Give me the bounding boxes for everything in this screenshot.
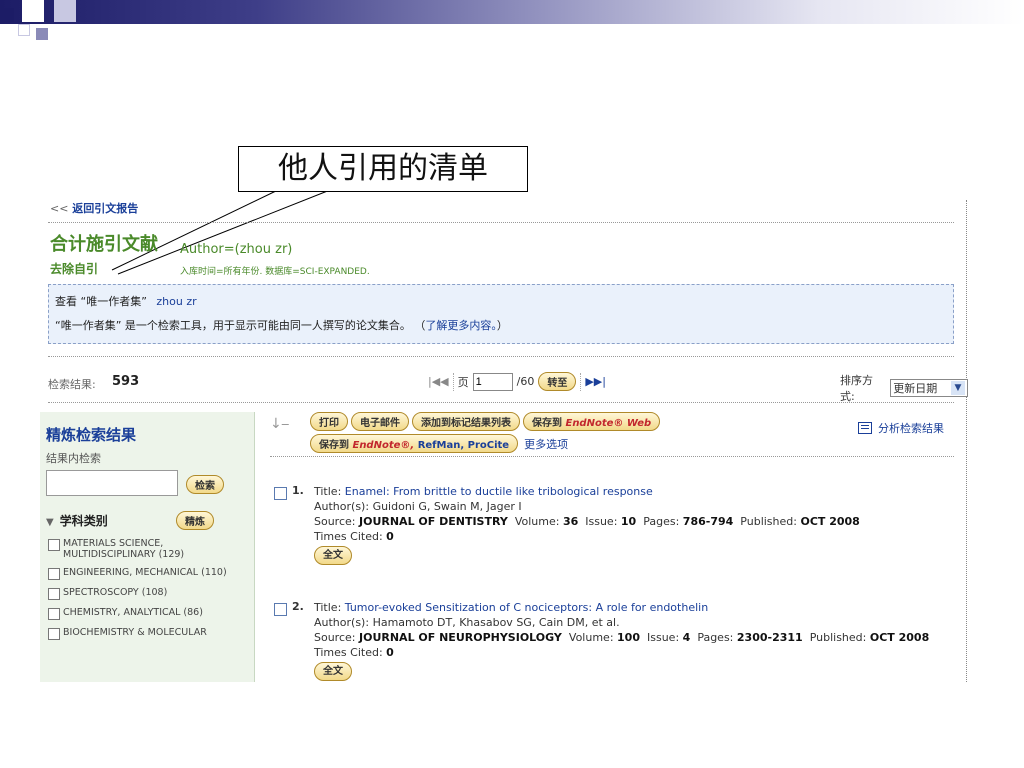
decor-square — [22, 0, 44, 22]
search-within-button[interactable]: 检索 — [186, 475, 224, 494]
record-number: 2. — [292, 600, 304, 613]
analyze-results-link[interactable]: 分析检索结果 — [858, 420, 944, 436]
last-page-icon[interactable]: ▶▶| — [585, 375, 606, 388]
page-label: 页 — [457, 375, 469, 389]
back-to-citation-report-link[interactable]: << 返回引文报告 — [50, 200, 138, 216]
full-text-button[interactable]: 全文 — [314, 662, 352, 681]
chevron-down-icon: ▼ — [951, 381, 965, 395]
decor-square — [18, 24, 30, 36]
refine-title: 精炼检索结果 — [46, 426, 137, 444]
record-number: 1. — [292, 484, 304, 497]
checkbox[interactable] — [48, 588, 60, 600]
divider — [48, 222, 954, 223]
email-button[interactable]: 电子邮件 — [351, 412, 409, 431]
record-journal: JOURNAL OF NEUROPHYSIOLOGY — [359, 631, 562, 644]
distinct-author-notice: 查看 “唯一作者集” zhou zr “唯一作者集” 是一个检索工具，用于显示可… — [48, 284, 954, 344]
times-cited: 0 — [386, 530, 394, 543]
checkbox[interactable] — [48, 628, 60, 640]
query-meta: 入库时间=所有年份. 数据库=SCI-EXPANDED. — [180, 267, 370, 277]
category-item[interactable]: SPECTROSCOPY (108) — [48, 587, 252, 600]
refine-button[interactable]: 精炼 — [176, 511, 214, 530]
slide-header-bar — [0, 0, 1024, 24]
pagination: |◀◀ 页 /60 转至 ▶▶| — [428, 372, 606, 391]
sort-label: 排序方式: — [840, 374, 873, 403]
record-journal: JOURNAL OF DENTISTRY — [359, 515, 508, 528]
add-to-marked-list-button[interactable]: 添加到标记结果列表 — [412, 412, 520, 431]
decor-square — [54, 0, 76, 22]
record-checkbox[interactable] — [274, 487, 287, 500]
divider — [270, 456, 954, 457]
times-cited: 0 — [386, 646, 394, 659]
subject-category-header[interactable]: ▼ 学科类别 — [46, 512, 108, 529]
category-list: MATERIALS SCIENCE, MULTIDISCIPLINARY (12… — [48, 538, 252, 647]
category-item[interactable]: BIOCHEMISTRY & MOLECULAR — [48, 627, 252, 640]
checkbox[interactable] — [48, 568, 60, 580]
web-page-frame: << 返回引文报告 合计施引文献 Author=(zhou zr) 去除自引 入… — [40, 194, 968, 682]
list-icon — [858, 422, 872, 434]
notice-text: “唯一作者集” 是一个检索工具，用于显示可能由同一人撰写的论文集合。 — [55, 319, 411, 332]
select-arrow-icon: ↓⎯ — [270, 416, 289, 432]
print-button[interactable]: 打印 — [310, 412, 348, 431]
divider — [48, 402, 954, 403]
record-title-link[interactable]: Enamel: From brittle to ductile like tri… — [345, 485, 653, 498]
save-to-endnote-button[interactable]: 保存到 EndNote®, RefMan, ProCite — [310, 434, 519, 453]
notice-prefix: 查看 “唯一作者集” — [55, 295, 147, 308]
go-button[interactable]: 转至 — [538, 372, 577, 391]
sort-select[interactable]: 更新日期 ▼ — [890, 379, 968, 397]
results-count: 593 — [112, 374, 140, 389]
decor-square — [36, 28, 48, 40]
decor-square — [0, 8, 14, 22]
checkbox[interactable] — [48, 539, 60, 551]
record-authors: Hamamoto DT, Khasabov SG, Cain DM, et al… — [372, 616, 620, 629]
sort-control: 排序方式: 更新日期 ▼ — [840, 372, 968, 404]
expand-triangle-icon: ▼ — [46, 517, 54, 528]
more-options-link[interactable]: 更多选项 — [524, 436, 568, 452]
search-within-input[interactable] — [46, 470, 178, 496]
first-page-icon[interactable]: |◀◀ — [428, 375, 449, 388]
full-text-button[interactable]: 全文 — [314, 546, 352, 565]
record-title-link[interactable]: Tumor-evoked Sensitization of C nocicept… — [345, 601, 708, 614]
author-set-link[interactable]: zhou zr — [156, 295, 196, 308]
page-title: 合计施引文献 — [50, 234, 158, 255]
save-to-endnote-web-button[interactable]: 保存到 EndNote® Web — [523, 412, 661, 431]
checkbox[interactable] — [48, 608, 60, 620]
query-author: Author=(zhou zr) — [180, 242, 293, 257]
category-item[interactable]: MATERIALS SCIENCE, MULTIDISCIPLINARY (12… — [48, 538, 252, 560]
record-checkbox[interactable] — [274, 603, 287, 616]
search-within-label: 结果内检索 — [46, 452, 101, 465]
refine-sidebar: 精炼检索结果 结果内检索 检索 ▼ 学科类别 精炼 MATERIALS SCIEN… — [40, 412, 255, 682]
record-authors: Guidoni G, Swain M, Jager I — [372, 500, 522, 513]
learn-more-link[interactable]: 了解更多内容。 — [425, 319, 497, 332]
category-item[interactable]: ENGINEERING, MECHANICAL (110) — [48, 567, 252, 580]
callout-label: 他人引用的清单 — [238, 146, 528, 192]
results-label: 检索结果: — [48, 378, 96, 391]
divider — [48, 356, 954, 357]
page-number-input[interactable] — [472, 372, 513, 391]
page-total: /60 — [516, 375, 535, 388]
category-item[interactable]: CHEMISTRY, ANALYTICAL (86) — [48, 607, 252, 620]
remove-self-citations-link[interactable]: 去除自引 — [50, 260, 98, 277]
